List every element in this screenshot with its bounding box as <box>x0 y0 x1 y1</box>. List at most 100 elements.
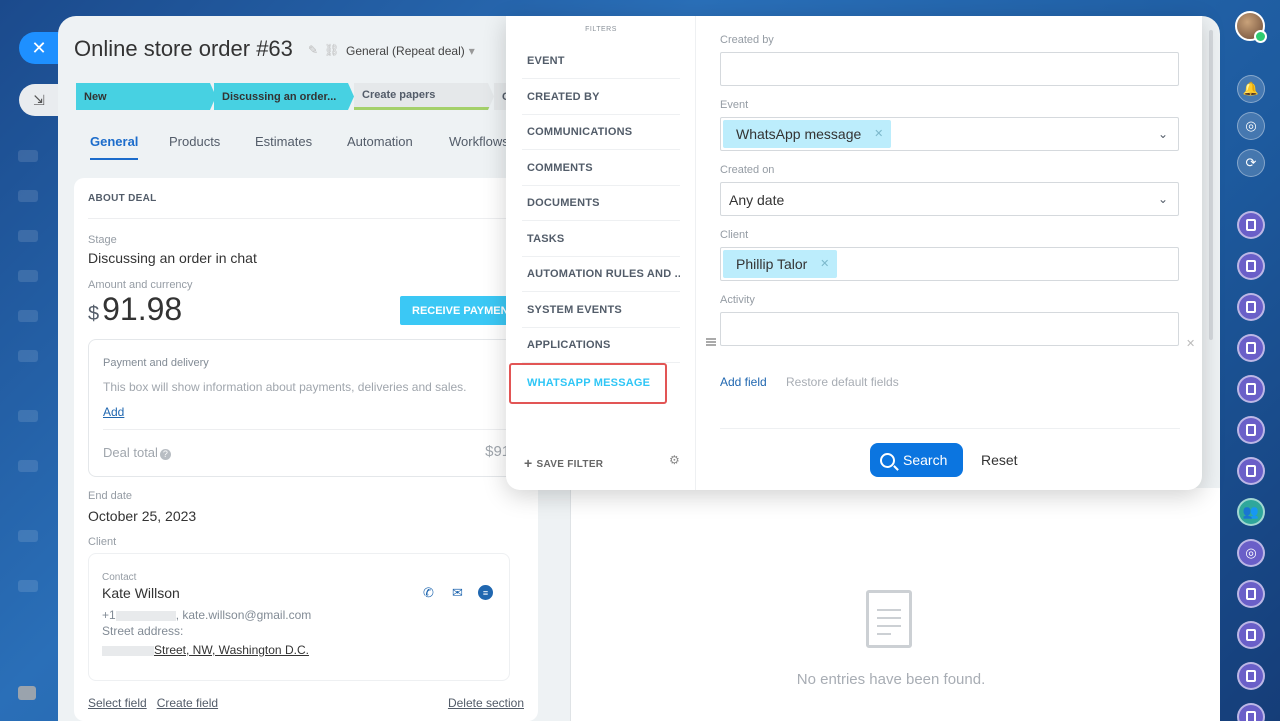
remove-tag-icon[interactable]: ✕ <box>874 127 883 140</box>
activity-field[interactable] <box>720 312 1179 346</box>
remove-field-icon[interactable]: ✕ <box>1186 337 1195 350</box>
rail-chat-item[interactable] <box>1237 211 1265 239</box>
tab-automation[interactable]: Automation <box>347 134 413 149</box>
scrollbar[interactable] <box>1209 30 1213 340</box>
filter-item-system-events[interactable]: SYSTEM EVENTS <box>522 293 680 328</box>
chat-book-icon <box>1246 711 1256 721</box>
filter-item-event[interactable]: EVENT <box>522 44 680 79</box>
payment-hint: This box will show information about pay… <box>103 380 467 394</box>
close-icon: ✕ <box>31 37 47 58</box>
background-menu-item <box>18 150 38 162</box>
contact-actions: ✆ ✉ ≡ <box>420 585 493 600</box>
end-date-value: October 25, 2023 <box>88 508 197 524</box>
divider <box>103 429 537 430</box>
user-avatar[interactable] <box>1235 11 1267 43</box>
filter-item-applications[interactable]: APPLICATIONS <box>522 328 680 363</box>
save-filter-button[interactable]: + SAVE FILTER <box>524 455 603 471</box>
rail-chat-item[interactable] <box>1237 252 1265 280</box>
edit-icon[interactable]: ✎ <box>308 43 324 57</box>
contact-info: +1 , kate.willson@gmail.com <box>102 608 311 622</box>
chat-book-icon <box>1246 465 1256 477</box>
tab-estimates[interactable]: Estimates <box>255 134 312 149</box>
filter-item-tasks[interactable]: TASKS <box>522 222 680 257</box>
created-by-label: Created by <box>720 34 774 46</box>
create-field-link[interactable]: Create field <box>157 696 218 710</box>
rail-chat-item[interactable]: ◎ <box>1237 539 1265 567</box>
rail-chat-item[interactable] <box>1237 416 1265 444</box>
background-menu-item <box>18 410 38 422</box>
remove-tag-icon[interactable]: ✕ <box>820 257 829 270</box>
tab-workflows[interactable]: Workflows <box>449 134 509 149</box>
activity-button[interactable]: ◎ <box>1237 112 1265 140</box>
tab-general[interactable]: General <box>90 134 139 160</box>
contact-email: , kate.willson@gmail.com <box>175 608 312 622</box>
stage-new[interactable]: New <box>76 83 216 110</box>
stage-label: Stage <box>88 234 117 246</box>
printer-icon[interactable] <box>18 686 36 700</box>
section-links: Select field Create field <box>88 696 228 710</box>
add-field-link[interactable]: Add field <box>720 375 767 389</box>
filter-item-automation-rules[interactable]: AUTOMATION RULES AND ... <box>522 257 680 292</box>
rail-chat-item[interactable] <box>1237 621 1265 649</box>
rail-chat-item[interactable] <box>1237 662 1265 690</box>
activity-label: Activity <box>720 294 755 306</box>
chevron-down-icon: ⌄ <box>1157 192 1168 206</box>
created-on-select[interactable]: Any date ⌄ <box>720 182 1179 216</box>
background-menu-item <box>18 530 38 542</box>
notifications-button[interactable]: 🔔 <box>1237 75 1265 103</box>
background-menu-item <box>18 580 38 592</box>
filter-item-documents[interactable]: DOCUMENTS <box>522 186 680 221</box>
document-icon <box>866 590 912 648</box>
search-icon <box>880 452 895 468</box>
created-by-field[interactable] <box>720 52 1179 86</box>
link-icon[interactable]: ⛓ <box>324 43 345 57</box>
rail-chat-item[interactable] <box>1237 457 1265 485</box>
rail-group-chat-item[interactable]: 👥 <box>1237 498 1265 526</box>
client-label: Client <box>720 229 749 241</box>
amount-number: 91.98 <box>102 291 183 327</box>
online-status-icon <box>1254 30 1267 43</box>
contact-name[interactable]: Kate Willson <box>102 585 180 601</box>
select-field-link[interactable]: Select field <box>88 696 147 710</box>
chat-icon[interactable]: ≡ <box>478 585 493 600</box>
rail-chat-item[interactable] <box>1237 334 1265 362</box>
rail-chat-item[interactable] <box>1237 580 1265 608</box>
rail-chat-item[interactable] <box>1237 703 1265 721</box>
filter-item-comments[interactable]: COMMENTS <box>522 151 680 186</box>
restore-default-fields-link[interactable]: Restore default fields <box>786 375 899 389</box>
left-strip: ✕ ⇲ <box>0 0 59 721</box>
search-button[interactable]: Search <box>870 443 963 477</box>
delete-section-link[interactable]: Delete section <box>448 696 524 710</box>
help-icon[interactable]: ? <box>159 449 171 460</box>
street-value: Street, NW, Washington D.C. <box>102 643 309 657</box>
rail-chat-item[interactable] <box>1237 375 1265 403</box>
stage-discussing[interactable]: Discussing an order... <box>214 83 354 110</box>
street-text: Street, NW, Washington D.C. <box>154 643 309 657</box>
background-menu-item <box>18 350 38 362</box>
add-payment-link[interactable]: Add <box>103 405 124 419</box>
filter-item-created-by[interactable]: CREATED BY <box>522 80 680 115</box>
created-on-label: Created on <box>720 164 775 176</box>
event-tag-text: WhatsApp message <box>736 126 862 142</box>
filter-item-communications[interactable]: COMMUNICATIONS <box>522 115 680 150</box>
tab-products[interactable]: Products <box>169 134 220 149</box>
collapse-slider-button[interactable]: ⇲ <box>19 84 59 116</box>
phone-icon[interactable]: ✆ <box>420 585 437 600</box>
highlight-box <box>509 363 667 404</box>
drag-handle-icon[interactable] <box>706 338 716 346</box>
pipeline-selector[interactable]: General (Repeat deal) ▾ <box>346 44 475 58</box>
target-icon: ◎ <box>1245 545 1257 560</box>
client-field[interactable]: Phillip Talor ✕ <box>720 247 1179 281</box>
rail-chat-item[interactable] <box>1237 293 1265 321</box>
close-slider-button[interactable]: ✕ <box>19 32 59 64</box>
client-tag: Phillip Talor ✕ <box>723 250 838 278</box>
chat-sync-button[interactable]: ⟳ <box>1237 149 1265 177</box>
event-select[interactable]: WhatsApp message ✕ ⌄ <box>720 117 1179 151</box>
mail-icon[interactable]: ✉ <box>449 585 466 600</box>
created-on-value: Any date <box>729 192 785 208</box>
background-menu-item <box>18 230 38 242</box>
stage-value: Discussing an order in chat <box>88 250 257 266</box>
stage-create-papers[interactable]: Create papers <box>354 83 494 110</box>
reset-button[interactable]: Reset <box>981 452 1018 468</box>
gear-icon[interactable]: ⚙ <box>669 453 680 467</box>
